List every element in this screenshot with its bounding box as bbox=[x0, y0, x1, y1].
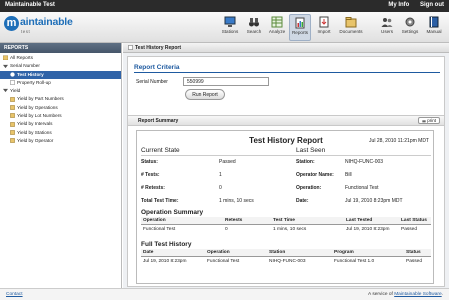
report-icon bbox=[10, 130, 15, 135]
run-report-button[interactable]: Run Report bbox=[185, 89, 225, 100]
retests-label: # Retests: bbox=[141, 185, 165, 191]
serial-number-input[interactable]: 550999 bbox=[183, 77, 269, 86]
sidebar-item-yield-operations[interactable]: Yield by Operations bbox=[0, 104, 121, 112]
logo-word: aintainable bbox=[20, 16, 73, 28]
sign-out-link[interactable]: Sign out bbox=[420, 2, 444, 8]
table-header-row: Date Operation Station Program Status bbox=[141, 249, 431, 257]
book-icon bbox=[429, 16, 439, 28]
summary-header: Report Summary print bbox=[128, 116, 444, 126]
sidebar-item-yield-stations[interactable]: Yield by Stations bbox=[0, 129, 121, 137]
report-icon bbox=[10, 113, 15, 119]
report-icon bbox=[10, 72, 15, 77]
sidebar-item-property-rollup[interactable]: Property Roll-up bbox=[0, 79, 121, 87]
serial-number-label: Serial Number bbox=[136, 79, 168, 85]
documents-icon bbox=[345, 17, 357, 28]
sidebar-item-yield[interactable]: Yield bbox=[0, 87, 121, 95]
sidebar-item-serial-number[interactable]: Serial Number bbox=[0, 62, 121, 70]
sidebar-header: REPORTS bbox=[0, 43, 121, 53]
station-label: Station: bbox=[296, 159, 315, 165]
toolbar-manual-button[interactable]: Manual bbox=[424, 14, 444, 41]
maintainable-software-link[interactable]: Maintainable Software bbox=[394, 292, 441, 297]
tests-label: # Tests: bbox=[141, 172, 160, 178]
toolbar-analyze-button[interactable]: Analyze bbox=[266, 14, 288, 41]
main-content: Test History Report Report Criteria Seri… bbox=[123, 43, 449, 288]
report-icon bbox=[10, 121, 15, 127]
table-row: Jul 19, 2010 8:23pm Functional Test NIHQ… bbox=[143, 259, 422, 264]
report-icon bbox=[10, 105, 15, 110]
status-label: Status: bbox=[141, 159, 158, 165]
printer-icon bbox=[422, 120, 426, 123]
logo-sub: test bbox=[21, 29, 31, 34]
date-label: Date: bbox=[296, 198, 309, 204]
divider bbox=[134, 72, 440, 73]
app-title: Maintainable Test bbox=[5, 2, 55, 8]
report-icon bbox=[10, 96, 15, 102]
toolbar: m aintainable test Stations Search Analy… bbox=[0, 12, 449, 43]
operator-name-label: Operator Name: bbox=[296, 172, 334, 178]
total-test-time-value: 1 mins, 10 secs bbox=[219, 198, 254, 204]
page-title: Test History Report bbox=[123, 43, 449, 53]
status-value: Passed bbox=[219, 159, 236, 165]
sidebar-item-test-history[interactable]: Test History bbox=[0, 70, 121, 79]
title-bar: Maintainable Test My Info Sign out bbox=[0, 0, 449, 12]
report-icon bbox=[128, 45, 133, 50]
sidebar-item-all-reports[interactable]: All Reports bbox=[0, 54, 121, 62]
toolbar-reports-button[interactable]: Reports bbox=[289, 14, 311, 41]
footer: Contact A service of Maintainable Softwa… bbox=[0, 288, 449, 300]
station-value: NIHQ-FUNC-003 bbox=[345, 159, 384, 165]
binoculars-icon bbox=[249, 18, 259, 27]
collapse-triangle-icon bbox=[3, 64, 8, 68]
my-info-link[interactable]: My Info bbox=[388, 2, 409, 8]
tests-value: 1 bbox=[219, 172, 222, 178]
toolbar-search-button[interactable]: Search bbox=[244, 14, 264, 41]
spreadsheet-icon bbox=[271, 16, 283, 28]
folder-icon bbox=[3, 55, 8, 61]
print-button[interactable]: print bbox=[417, 117, 440, 124]
criteria-title: Report Criteria bbox=[134, 64, 180, 71]
sidebar-item-yield-intervals[interactable]: Yield by Intervals bbox=[0, 120, 121, 128]
operation-summary-heading: Operation Summary bbox=[141, 209, 204, 216]
report-summary-panel: Report Summary print Test History Report… bbox=[127, 115, 445, 287]
collapse-triangle-icon bbox=[3, 89, 8, 93]
reports-icon bbox=[295, 17, 305, 29]
logo-mark: m bbox=[4, 16, 19, 31]
toolbar-users-button[interactable]: Users bbox=[378, 14, 396, 41]
users-icon bbox=[381, 18, 393, 27]
sidebar-item-yield-operator[interactable]: Yield by Operator bbox=[0, 137, 121, 145]
divider bbox=[141, 155, 431, 156]
logo: m aintainable test bbox=[4, 15, 90, 39]
last-seen-heading: Last Seen bbox=[296, 147, 326, 154]
service-credit: A service of Maintainable Software. bbox=[368, 292, 443, 297]
contact-link[interactable]: Contact bbox=[6, 292, 23, 297]
gear-icon bbox=[405, 17, 415, 27]
toolbar-settings-button[interactable]: Settings bbox=[400, 14, 420, 41]
monitor-icon bbox=[224, 16, 236, 27]
operation-value: Functional Test bbox=[345, 185, 379, 191]
current-state-heading: Current State bbox=[141, 147, 180, 154]
sidebar: REPORTS All Reports Serial Number Test H… bbox=[0, 43, 122, 288]
report-date: Jul 28, 2010 11:21pm MDT bbox=[369, 138, 429, 144]
operation-label: Operation: bbox=[296, 185, 322, 191]
report-icon bbox=[10, 138, 15, 144]
table-row: Functional Test 0 1 mins, 10 secs Jul 19… bbox=[143, 227, 417, 232]
toolbar-stations-button[interactable]: Stations bbox=[219, 14, 241, 41]
report-document: Test History Report Jul 28, 2010 11:21pm… bbox=[136, 130, 434, 284]
table-header-row: Operation Retests Test Time Last Tested … bbox=[141, 217, 431, 225]
toolbar-import-button[interactable]: Import bbox=[314, 14, 334, 41]
full-test-history-heading: Full Test History bbox=[141, 241, 192, 248]
toolbar-documents-button[interactable]: Documents bbox=[336, 14, 366, 41]
full-test-history-table: Date Operation Station Program Status Ju… bbox=[141, 249, 431, 266]
import-icon bbox=[319, 16, 329, 28]
sidebar-item-yield-part-numbers[interactable]: Yield by Part Numbers bbox=[0, 95, 121, 103]
total-test-time-label: Total Test Time: bbox=[141, 198, 179, 204]
report-icon bbox=[10, 80, 15, 85]
date-value: Jul 19, 2010 8:23pm MDT bbox=[345, 198, 403, 204]
sidebar-item-yield-lot-numbers[interactable]: Yield by Lot Numbers bbox=[0, 112, 121, 120]
operation-summary-table: Operation Retests Test Time Last Tested … bbox=[141, 217, 431, 234]
operator-name-value: Bill bbox=[345, 172, 352, 178]
retests-value: 0 bbox=[219, 185, 222, 191]
